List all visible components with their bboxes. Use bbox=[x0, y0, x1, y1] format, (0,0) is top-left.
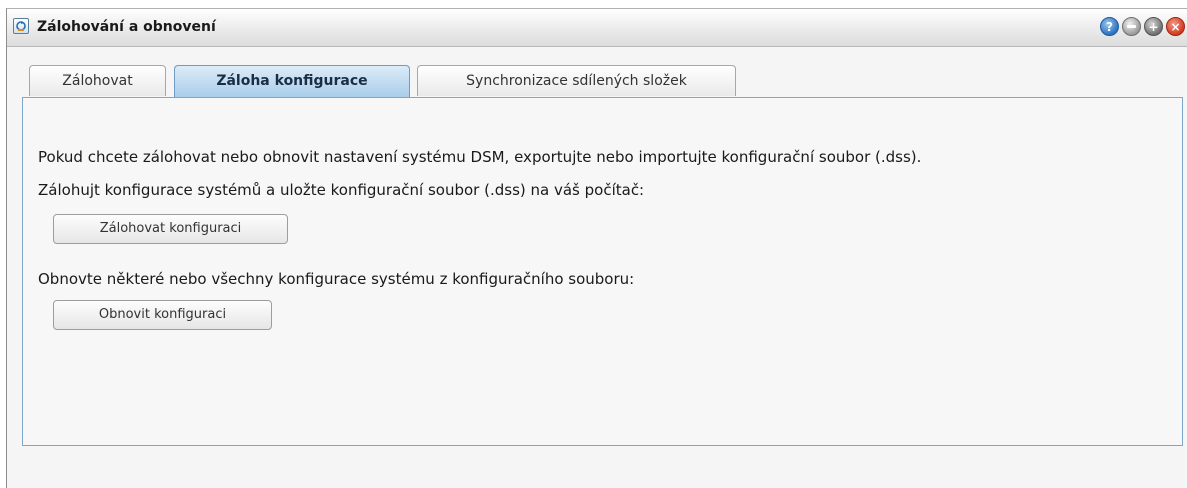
intro-text: Pokud chcete zálohovat nebo obnovit nast… bbox=[38, 148, 922, 166]
restore-description: Obnovte některé nebo všechny konfigurace… bbox=[38, 270, 635, 288]
app-window: Zálohování a obnovení ? + × Zálohovat Zá… bbox=[6, 8, 1187, 488]
backup-description: Zálohujt konfigurace systémů a uložte ko… bbox=[38, 181, 645, 199]
restore-configuration-button[interactable]: Obnovit konfiguraci bbox=[53, 300, 272, 330]
close-icon[interactable]: × bbox=[1166, 17, 1185, 36]
title-bar[interactable]: Zálohování a obnovení ? + × bbox=[7, 9, 1187, 47]
window-title: Zálohování a obnovení bbox=[37, 19, 216, 35]
help-icon[interactable]: ? bbox=[1100, 17, 1119, 36]
tab-configuration-backup[interactable]: Záloha konfigurace bbox=[174, 65, 410, 97]
backup-configuration-button[interactable]: Zálohovat konfiguraci bbox=[53, 214, 288, 244]
tab-backup[interactable]: Zálohovat bbox=[29, 65, 166, 96]
maximize-icon[interactable]: + bbox=[1144, 17, 1163, 36]
backup-restore-icon bbox=[13, 18, 29, 34]
minimize-icon[interactable] bbox=[1122, 17, 1141, 36]
tab-bar: Zálohovat Záloha konfigurace Synchroniza… bbox=[7, 65, 1187, 97]
tab-shared-folder-sync[interactable]: Synchronizace sdílených složek bbox=[417, 65, 736, 96]
